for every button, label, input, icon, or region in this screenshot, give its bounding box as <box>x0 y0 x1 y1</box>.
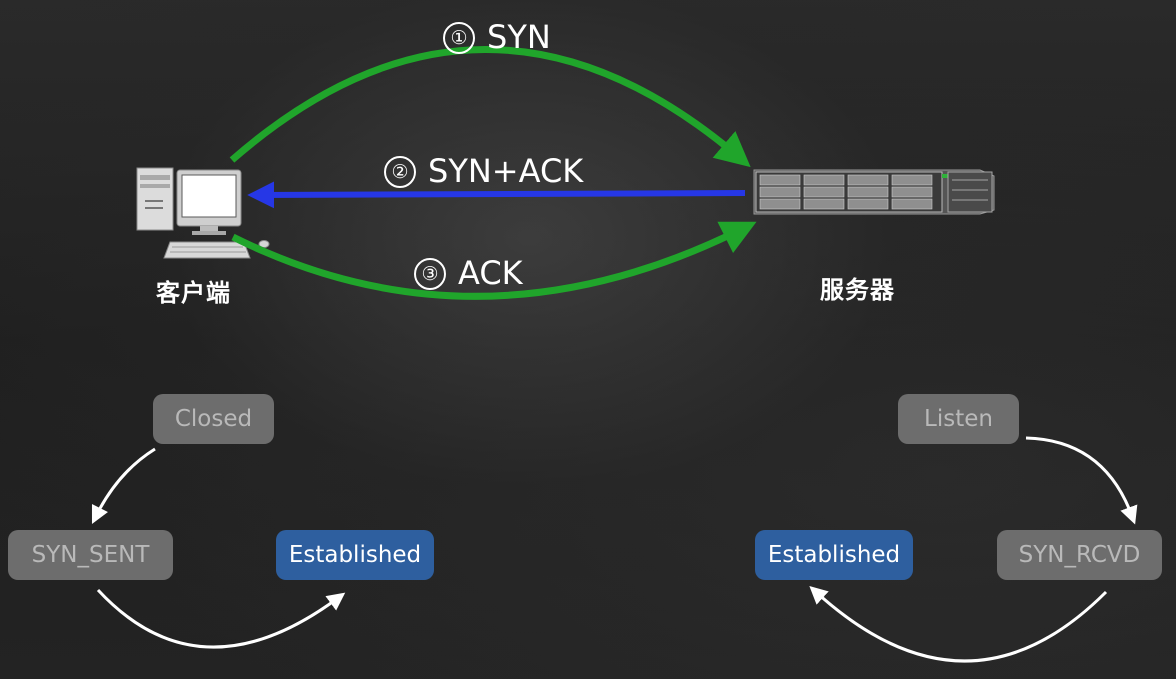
message-text: ACK <box>458 254 523 292</box>
syn-ack-message-label: ② SYN+ACK <box>384 152 583 190</box>
server-state-syn-rcvd: SYN_RCVD <box>997 530 1162 580</box>
message-text: SYN+ACK <box>428 152 584 190</box>
server-listen-to-synrcvd-arrow <box>1025 436 1138 525</box>
client-label: 客户端 <box>156 279 231 307</box>
client-state-closed: Closed <box>153 394 274 444</box>
syn-message-label: ① SYN <box>443 18 551 56</box>
server-state-established: Established <box>755 530 913 580</box>
syn-arrow <box>229 46 751 168</box>
server-label: 服务器 <box>820 276 895 304</box>
step-number: ① <box>443 22 475 54</box>
client-state-established: Established <box>276 530 434 580</box>
rack-server-icon <box>753 169 995 215</box>
client-closed-to-synsent-arrow <box>91 447 156 525</box>
message-text: SYN <box>487 18 551 56</box>
syn-ack-arrow <box>247 181 746 209</box>
client-synsent-to-established-arrow <box>96 588 346 649</box>
step-number: ③ <box>414 258 446 290</box>
step-number: ② <box>384 156 416 188</box>
ack-message-label: ③ ACK <box>414 254 523 292</box>
server-state-listen: Listen <box>898 394 1019 444</box>
server-synrcvd-to-established-arrow <box>809 585 1108 663</box>
tcp-handshake-diagram: 客户端 服务器 ① SYN ② SYN+ACK ③ ACK Closed SYN_SE… <box>0 0 1176 679</box>
client-state-syn-sent: SYN_SENT <box>8 530 173 580</box>
